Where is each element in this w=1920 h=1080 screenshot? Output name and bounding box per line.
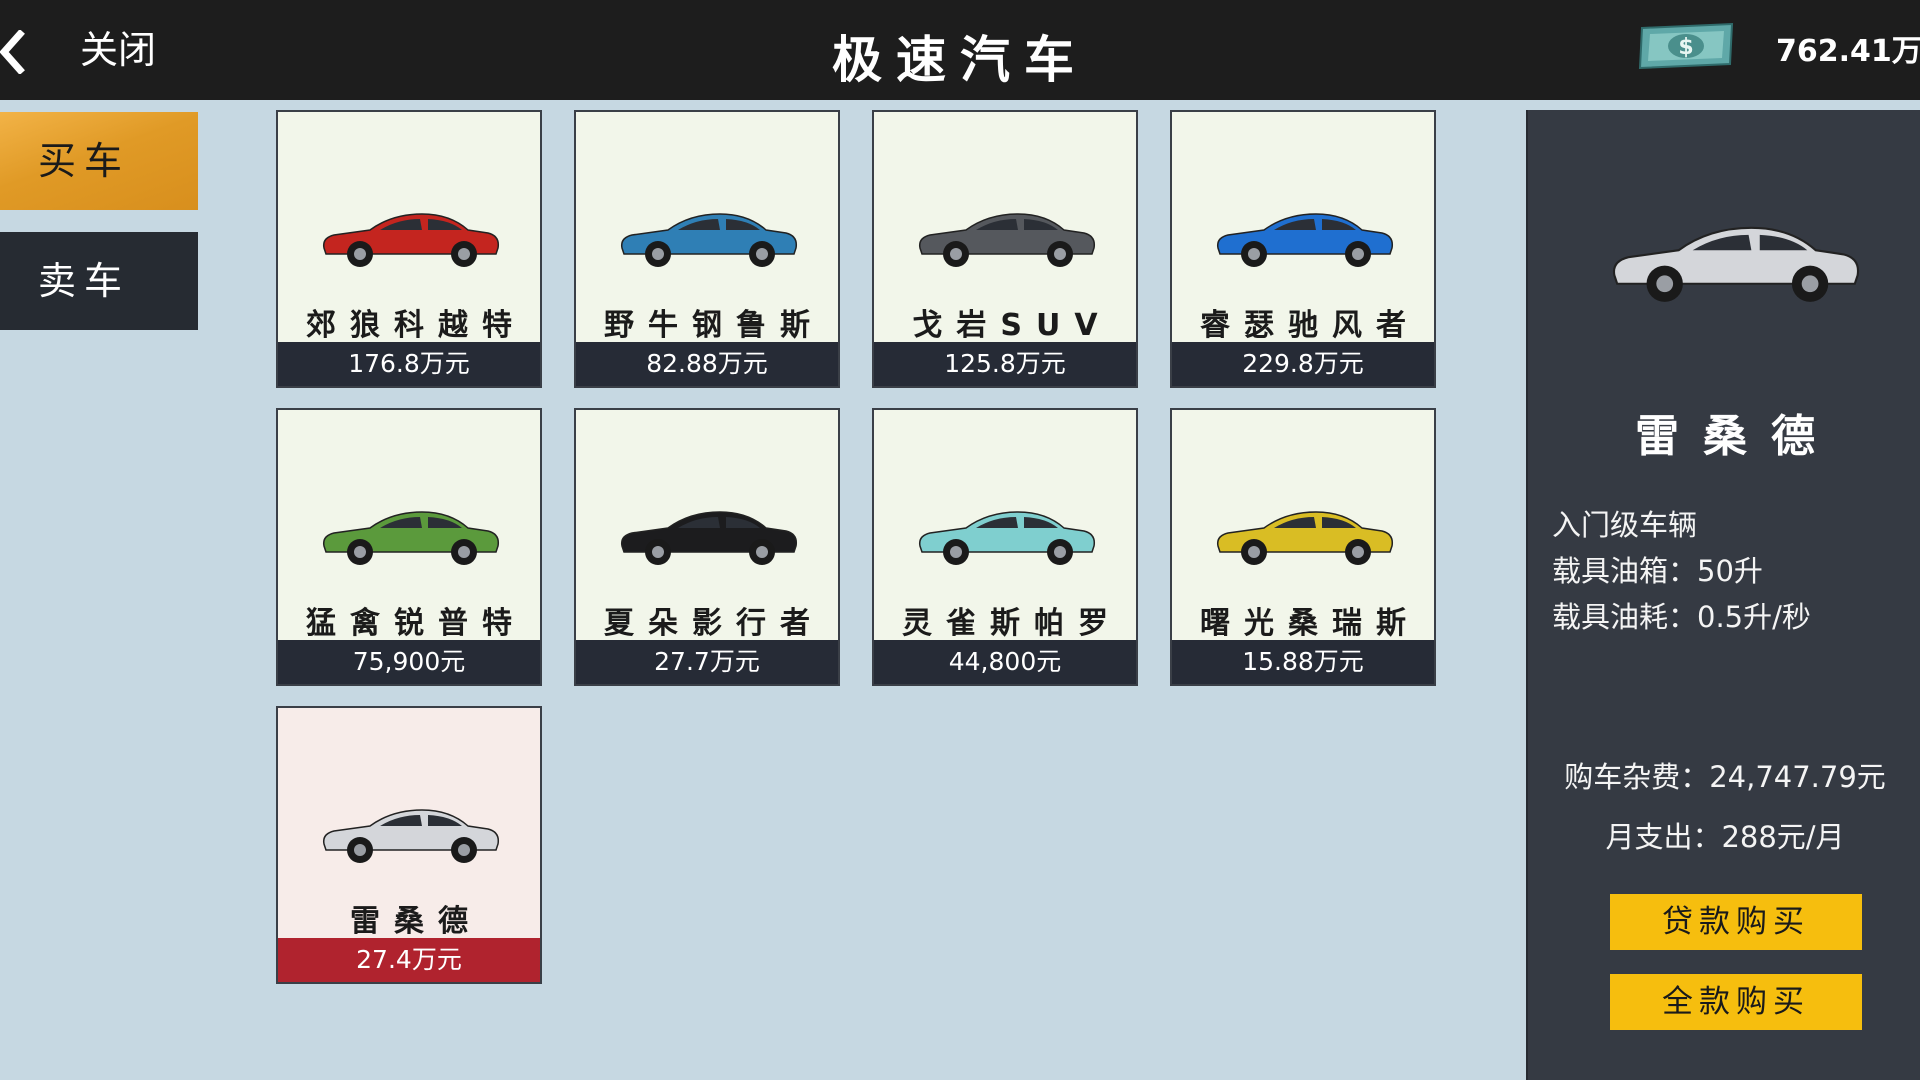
car-name: 曙光桑瑞斯 bbox=[1200, 606, 1420, 641]
car-name: 灵雀斯帕罗 bbox=[902, 606, 1122, 641]
car-icon bbox=[918, 511, 1096, 565]
fuel-consumption: 载具油耗：0.5升/秒 bbox=[1552, 600, 1811, 634]
money-icon: $ bbox=[1638, 22, 1734, 70]
car-image bbox=[318, 500, 504, 570]
car-price: 27.7万元 bbox=[576, 640, 838, 684]
selected-car-image bbox=[1606, 210, 1866, 310]
car-price: 176.8万元 bbox=[278, 342, 540, 386]
car-name: 夏朵影行者 bbox=[604, 606, 824, 641]
car-image bbox=[318, 202, 504, 272]
selected-car-name: 雷桑德 bbox=[1635, 411, 1839, 462]
car-icon bbox=[620, 213, 798, 267]
back-arrow-icon bbox=[0, 30, 25, 74]
car-price: 27.4万元 bbox=[278, 938, 540, 982]
car-image bbox=[914, 500, 1100, 570]
car-detail-panel: 雷桑德 入门级车辆 载具油箱：50升 载具油耗：0.5升/秒 购车杂费：24,7… bbox=[1526, 110, 1920, 1080]
car-image bbox=[616, 500, 802, 570]
car-card[interactable]: 夏朵影行者 27.7万元 bbox=[574, 408, 840, 686]
car-name: 雷桑德 bbox=[350, 904, 482, 939]
car-card[interactable]: 戈岩SUV 125.8万元 bbox=[872, 110, 1138, 388]
car-image bbox=[1212, 202, 1398, 272]
car-icon bbox=[322, 809, 500, 863]
car-image bbox=[616, 202, 802, 272]
purchase-fee: 购车杂费：24,747.79元 bbox=[1564, 760, 1886, 794]
loan-buy-button[interactable]: 贷款购买 bbox=[1610, 894, 1862, 950]
car-card[interactable]: 郊狼科越特 176.8万元 bbox=[276, 110, 542, 388]
car-card[interactable]: 曙光桑瑞斯 15.88万元 bbox=[1170, 408, 1436, 686]
fuel-tank: 载具油箱：50升 bbox=[1552, 554, 1763, 588]
car-icon bbox=[322, 511, 500, 565]
tab-buy-car[interactable]: 买车 bbox=[0, 112, 198, 210]
car-price: 75,900元 bbox=[278, 640, 540, 684]
car-image bbox=[914, 202, 1100, 272]
car-price: 125.8万元 bbox=[874, 342, 1136, 386]
car-price: 82.88万元 bbox=[576, 342, 838, 386]
car-card[interactable]: 雷桑德 27.4万元 bbox=[276, 706, 542, 984]
balance-amount: 762.41万元 bbox=[1776, 34, 1920, 69]
car-card[interactable]: 野牛钢鲁斯 82.88万元 bbox=[574, 110, 840, 388]
car-icon bbox=[620, 511, 798, 565]
close-button[interactable]: 关闭 bbox=[0, 20, 170, 80]
page-title: 极速汽车 bbox=[832, 31, 1088, 89]
tab-sell-car[interactable]: 卖车 bbox=[0, 232, 198, 330]
car-class: 入门级车辆 bbox=[1552, 508, 1698, 542]
car-icon bbox=[1216, 511, 1394, 565]
car-card[interactable]: 猛禽锐普特 75,900元 bbox=[276, 408, 542, 686]
car-name: 郊狼科越特 bbox=[306, 308, 526, 343]
car-card[interactable]: 灵雀斯帕罗 44,800元 bbox=[872, 408, 1138, 686]
car-name: 戈岩SUV bbox=[912, 308, 1112, 343]
car-name: 猛禽锐普特 bbox=[306, 606, 526, 641]
monthly-expense: 月支出：288元/月 bbox=[1605, 820, 1845, 854]
car-image bbox=[1212, 500, 1398, 570]
top-bar: 关闭 极速汽车 $ 762.41万元 bbox=[0, 0, 1920, 100]
car-price: 44,800元 bbox=[874, 640, 1136, 684]
car-icon bbox=[322, 213, 500, 267]
car-icon bbox=[918, 213, 1096, 267]
car-price: 229.8万元 bbox=[1172, 342, 1434, 386]
car-image bbox=[318, 798, 504, 868]
svg-text:$: $ bbox=[1678, 35, 1693, 60]
close-label: 关闭 bbox=[80, 28, 157, 72]
car-price: 15.88万元 bbox=[1172, 640, 1434, 684]
car-card[interactable]: 睿瑟驰风者 229.8万元 bbox=[1170, 110, 1436, 388]
car-name: 睿瑟驰风者 bbox=[1200, 308, 1420, 343]
car-icon bbox=[1216, 213, 1394, 267]
full-buy-button[interactable]: 全款购买 bbox=[1610, 974, 1862, 1030]
car-name: 野牛钢鲁斯 bbox=[604, 308, 824, 343]
car-icon bbox=[1612, 226, 1860, 302]
